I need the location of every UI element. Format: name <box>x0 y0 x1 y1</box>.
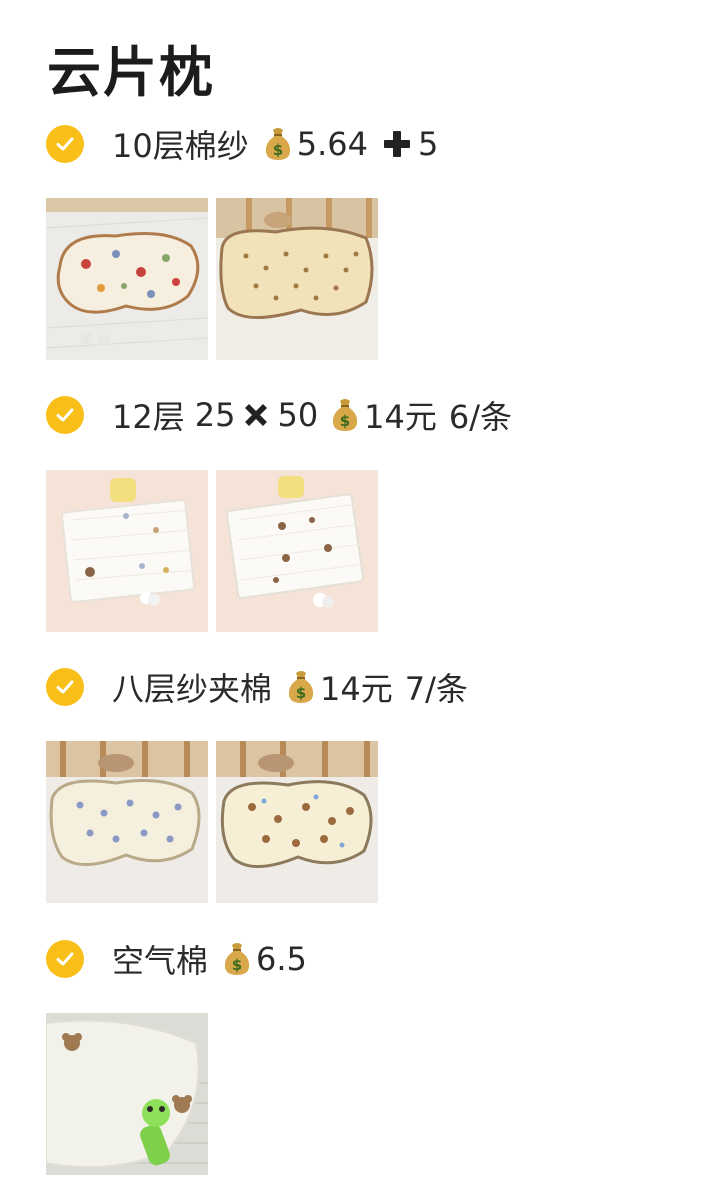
item-name: 八层纱夹棉 <box>112 670 273 708</box>
item-dimension-b: 50 <box>277 396 319 434</box>
svg-text:$: $ <box>232 956 242 974</box>
money-bag-icon: $ <box>288 671 314 703</box>
svg-text:$: $ <box>340 412 350 430</box>
air-cotton-pillow-photo[interactable] <box>46 1013 208 1175</box>
white-bear-pillow-photo[interactable] <box>216 470 378 632</box>
list-item-8-layer: 八层纱夹棉 $ 14元 7/条 <box>46 665 468 709</box>
heavy-plus-icon <box>383 131 410 157</box>
blue-floral-cloud-pillow-photo[interactable] <box>46 741 208 903</box>
beige-floral-pillow-photo[interactable] <box>216 198 378 360</box>
item-price: 6.5 <box>256 940 307 978</box>
item-note: 6/条 <box>448 398 513 436</box>
bear-cloud-pillow-photo[interactable] <box>216 741 378 903</box>
list-item-10-layer: 10层棉纱 $ 5.64 5 <box>46 122 438 166</box>
check-circle-icon <box>46 396 84 434</box>
item-dimension-a: 25 <box>194 396 236 434</box>
white-rect-pillow-photo[interactable] <box>46 470 208 632</box>
item-note: 7/条 <box>404 670 468 708</box>
item-extra: 5 <box>417 125 439 163</box>
item-name: 10层棉纱 <box>112 127 249 165</box>
item-name: 12层 <box>112 398 185 436</box>
check-circle-icon <box>46 940 84 978</box>
list-item-12-layer: 12层 25 50 $ 14元 6/条 <box>46 393 512 437</box>
svg-text:$: $ <box>273 141 283 159</box>
heavy-multiplication-icon <box>245 404 268 426</box>
money-bag-icon: $ <box>265 128 290 160</box>
item-price: 5.64 <box>296 125 368 163</box>
page-title: 云片枕 <box>47 41 215 104</box>
item-name: 空气棉 <box>112 942 209 980</box>
svg-text:$: $ <box>296 684 306 702</box>
list-item-air-cotton: 空气棉 $ 6.5 <box>46 937 307 981</box>
floral-pillow-photo[interactable] <box>46 198 208 360</box>
money-bag-icon: $ <box>333 399 358 431</box>
item-price: 14元 <box>320 670 393 708</box>
check-circle-icon <box>46 125 84 163</box>
check-circle-icon <box>46 668 84 706</box>
item-price: 14元 <box>364 398 437 436</box>
money-bag-icon: $ <box>224 943 250 975</box>
